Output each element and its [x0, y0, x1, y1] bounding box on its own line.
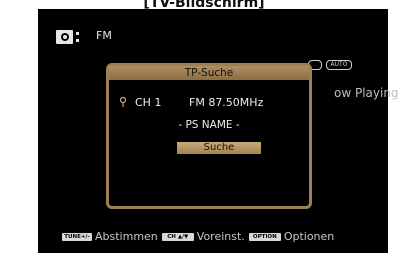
source-label: FM: [96, 29, 112, 42]
antenna-icon: [119, 97, 127, 107]
tp-search-dialog: TP-Suche CH 1 FM 87.50MHz - PS NAME - Su…: [106, 63, 312, 209]
tv-screen: FM AUTO ow Playing TP-Suche CH 1 FM 87.5…: [38, 9, 399, 253]
preset-hint-label: Voreinst.: [196, 230, 245, 243]
search-button[interactable]: Suche: [177, 142, 261, 154]
option-key: OPTION: [248, 232, 281, 241]
dialog-title: TP-Suche: [109, 66, 309, 80]
now-playing-label: ow Playing: [334, 86, 399, 100]
channel-label: CH 1: [135, 96, 162, 109]
frequency-label: FM 87.50MHz: [189, 96, 264, 109]
tune-hint-label: Abstimmen: [95, 230, 158, 243]
option-hint-label: Optionen: [283, 230, 335, 243]
tuner-icon: [56, 30, 79, 44]
ps-name-label: - PS NAME -: [178, 119, 240, 131]
channel-key: CH ▲/▼: [161, 232, 194, 241]
footer-hints: TUNE+/- Abstimmen CH ▲/▼ Voreinst. OPTION Opt…: [62, 226, 338, 243]
status-badge-auto: AUTO: [326, 60, 352, 70]
tune-key: TUNE+/-: [62, 232, 92, 241]
